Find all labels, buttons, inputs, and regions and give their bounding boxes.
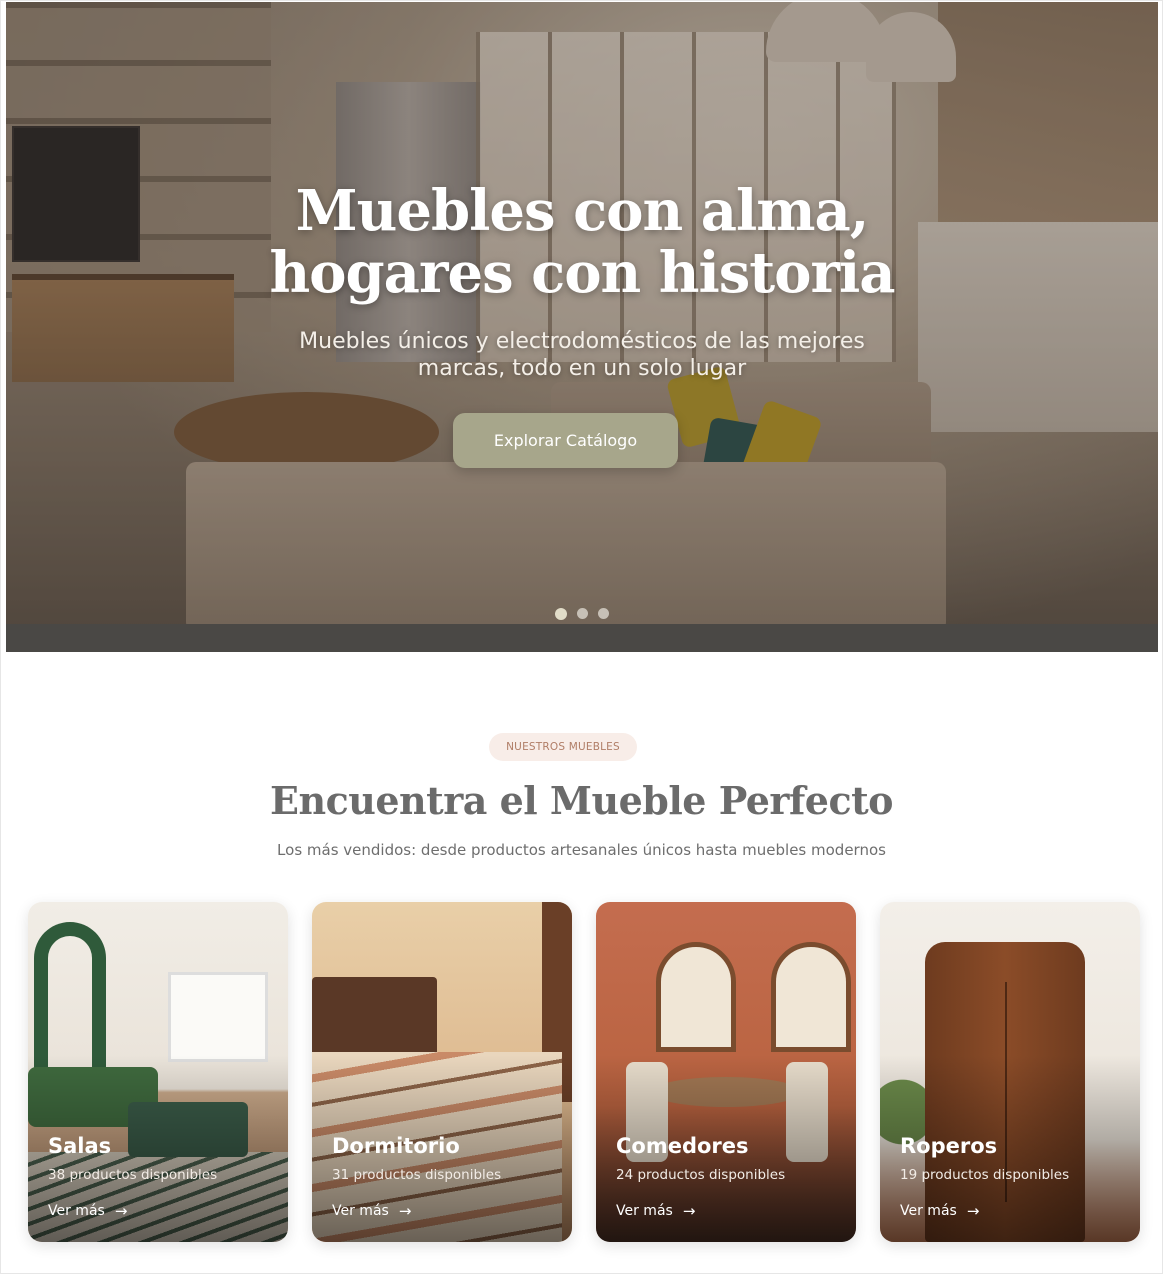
see-more-link[interactable]: Ver más → [332, 1202, 411, 1220]
category-count: 38 productos disponibles [48, 1167, 218, 1183]
see-more-link[interactable]: Ver más → [616, 1202, 695, 1220]
see-more-label: Ver más [900, 1203, 957, 1219]
carousel-dot-1[interactable] [555, 608, 567, 620]
see-more-link[interactable]: Ver más → [48, 1202, 127, 1220]
category-card-comedores[interactable]: Comedores 24 productos disponibles Ver m… [596, 902, 856, 1242]
carousel-dot-2[interactable] [577, 608, 588, 619]
category-count: 19 productos disponibles [900, 1167, 1070, 1183]
category-title: Comedores [616, 1134, 749, 1158]
arrow-right-icon: → [398, 1202, 412, 1220]
arrow-right-icon: → [114, 1202, 128, 1220]
see-more-link[interactable]: Ver más → [900, 1202, 979, 1220]
category-count: 31 productos disponibles [332, 1167, 502, 1183]
see-more-label: Ver más [48, 1203, 105, 1219]
section-subtitle: Los más vendidos: desde productos artesa… [277, 841, 886, 859]
category-title: Salas [48, 1134, 112, 1158]
hero-subtitle: Muebles únicos y electrodomésticos de la… [246, 328, 918, 382]
card-overlay [312, 902, 572, 1242]
category-card-roperos[interactable]: Roperos 19 productos disponibles Ver más… [880, 902, 1140, 1242]
section-title: Encuentra el Mueble Perfecto [269, 778, 894, 823]
arrow-right-icon: → [966, 1202, 980, 1220]
carousel-dot-3[interactable] [598, 608, 609, 619]
explore-catalog-button[interactable]: Explorar Catálogo [453, 413, 678, 468]
hero-overlay [6, 2, 1158, 652]
category-title: Roperos [900, 1134, 998, 1158]
hero-subtitle-line2: marcas, todo en un solo lugar [417, 356, 747, 381]
card-overlay [28, 902, 288, 1242]
section-badge: NUESTROS MUEBLES [489, 733, 637, 761]
see-more-label: Ver más [332, 1203, 389, 1219]
hero-bottom-bar [6, 624, 1158, 652]
category-count: 24 productos disponibles [616, 1167, 786, 1183]
category-card-salas[interactable]: Salas 38 productos disponibles Ver más → [28, 902, 288, 1242]
carousel-dots [6, 608, 1158, 620]
card-overlay [596, 902, 856, 1242]
category-card-dormitorio[interactable]: Dormitorio 31 productos disponibles Ver … [312, 902, 572, 1242]
hero-banner: Muebles con alma, hogares con historia M… [6, 2, 1158, 652]
hero-title-line1: Muebles con alma, [295, 178, 870, 244]
category-title: Dormitorio [332, 1134, 460, 1158]
arrow-right-icon: → [682, 1202, 696, 1220]
hero-title: Muebles con alma, hogares con historia [6, 180, 1158, 304]
card-overlay [880, 902, 1140, 1242]
hero-subtitle-line1: Muebles únicos y electrodomésticos de la… [299, 329, 865, 354]
hero-title-line2: hogares con historia [269, 240, 895, 306]
see-more-label: Ver más [616, 1203, 673, 1219]
